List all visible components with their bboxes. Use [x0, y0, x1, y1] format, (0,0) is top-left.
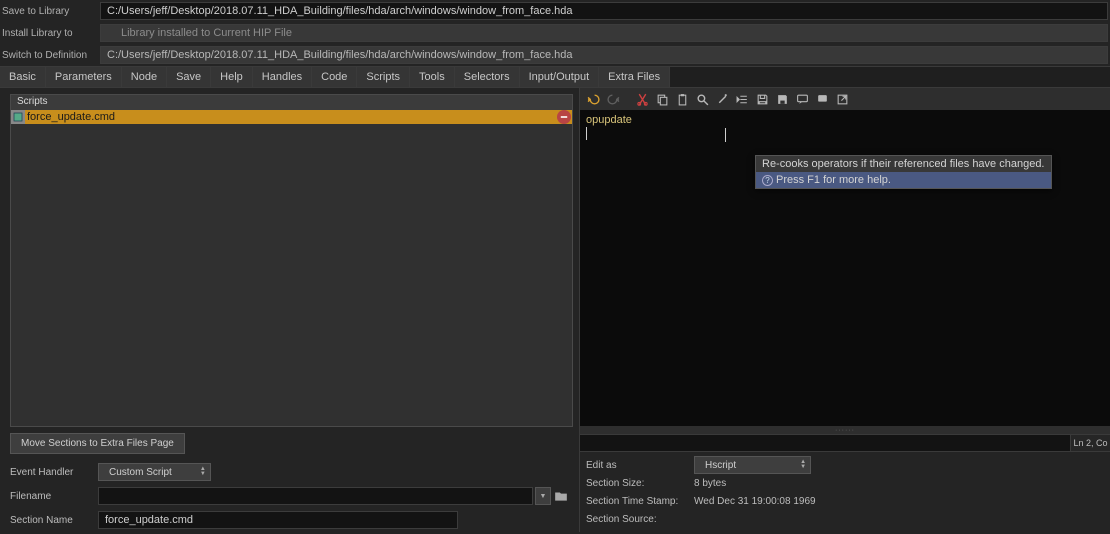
comment-icon[interactable]: [795, 92, 810, 107]
tab-extra-files[interactable]: Extra Files: [599, 67, 670, 87]
section-size-value: 8 bytes: [694, 478, 726, 489]
scripts-list[interactable]: force_update.cmd: [11, 110, 572, 426]
remove-script-icon[interactable]: [557, 110, 571, 124]
paste-icon[interactable]: [675, 92, 690, 107]
vertical-resize-handle[interactable]: ······: [580, 426, 1110, 434]
tab-tools[interactable]: Tools: [410, 67, 455, 87]
section-source-label: Section Source:: [586, 514, 694, 525]
filename-input[interactable]: [98, 487, 533, 505]
tab-parameters[interactable]: Parameters: [46, 67, 122, 87]
edit-as-value: Hscript: [695, 460, 796, 471]
edit-as-label: Edit as: [586, 460, 694, 471]
copy-icon[interactable]: [655, 92, 670, 107]
tab-handles[interactable]: Handles: [253, 67, 312, 87]
library-paths: Save to Library C:/Users/jeff/Desktop/20…: [0, 0, 1110, 67]
tab-selectors[interactable]: Selectors: [455, 67, 520, 87]
section-size-label: Section Size:: [586, 478, 694, 489]
chevron-down-icon: ▼: [540, 493, 547, 500]
section-timestamp-label: Section Time Stamp:: [586, 496, 694, 507]
scripts-pane: Scripts force_update.cmd: [0, 88, 580, 532]
cursor-position-status: Ln 2, Co: [1070, 435, 1110, 451]
event-handler-label: Event Handler: [10, 467, 98, 478]
tab-code[interactable]: Code: [312, 67, 357, 87]
tab-save[interactable]: Save: [167, 67, 211, 87]
bubble-icon[interactable]: [815, 92, 830, 107]
save-icon[interactable]: [755, 92, 770, 107]
filename-dropdown-button[interactable]: ▼: [535, 487, 551, 505]
find-bar: Ln 2, Co: [580, 434, 1110, 452]
tab-input-output[interactable]: Input/Output: [520, 67, 600, 87]
find-input[interactable]: [580, 435, 1070, 451]
tab-basic[interactable]: Basic: [0, 67, 46, 87]
cut-icon[interactable]: [635, 92, 650, 107]
install-library-to-label: Install Library to: [0, 28, 100, 39]
help-icon: ?: [762, 175, 773, 186]
section-timestamp-value: Wed Dec 31 19:00:08 1969: [694, 496, 816, 507]
section-name-input[interactable]: force_update.cmd: [98, 511, 458, 529]
browse-file-button[interactable]: [553, 487, 569, 505]
magic-wand-icon[interactable]: [715, 92, 730, 107]
dropdown-carets-icon: ▲▼: [196, 467, 210, 477]
switch-to-definition-label: Switch to Definition: [0, 50, 100, 61]
help-tooltip: Re-cooks operators if their referenced f…: [755, 155, 1052, 189]
section-name-label: Section Name: [10, 515, 98, 526]
switch-to-definition-path[interactable]: C:/Users/jeff/Desktop/2018.07.11_HDA_Bui…: [100, 46, 1108, 64]
tabs-bar: Basic Parameters Node Save Help Handles …: [0, 67, 1110, 88]
event-handler-dropdown[interactable]: Custom Script ▲▼: [98, 463, 211, 481]
tab-help[interactable]: Help: [211, 67, 253, 87]
editor-caret: [586, 127, 587, 140]
external-editor-icon[interactable]: [835, 92, 850, 107]
tooltip-description: Re-cooks operators if their referenced f…: [756, 156, 1051, 172]
undo-icon[interactable]: [586, 92, 601, 107]
editor-i-beam: [725, 128, 726, 142]
script-properties-form: Event Handler Custom Script ▲▼ Filename …: [0, 458, 579, 532]
install-library-to-value[interactable]: Library installed to Current HIP File: [100, 24, 1108, 42]
editor-toolbar: [580, 88, 1110, 110]
search-icon[interactable]: [695, 92, 710, 107]
tab-node[interactable]: Node: [122, 67, 167, 87]
save-b-icon[interactable]: [775, 92, 790, 107]
redo-icon[interactable]: [606, 92, 621, 107]
event-handler-value: Custom Script: [99, 467, 196, 478]
scripts-corner: [557, 95, 572, 110]
filename-label: Filename: [10, 491, 98, 502]
script-item-name: force_update.cmd: [25, 111, 557, 123]
tab-scripts[interactable]: Scripts: [357, 67, 410, 87]
scripts-header: Scripts: [11, 95, 557, 110]
editor-line-1: opupdate: [586, 114, 1104, 126]
tooltip-help-hint: Press F1 for more help.: [776, 174, 891, 186]
dropdown-carets-icon: ▲▼: [796, 460, 810, 470]
move-sections-button[interactable]: Move Sections to Extra Files Page: [10, 433, 185, 454]
scripts-list-box: Scripts force_update.cmd: [10, 94, 573, 427]
folder-icon: [554, 489, 568, 503]
save-to-library-label: Save to Library: [0, 6, 100, 17]
edit-as-dropdown[interactable]: Hscript ▲▼: [694, 456, 811, 474]
outdent-icon[interactable]: [735, 92, 750, 107]
section-info: Edit as Hscript ▲▼ Section Size: 8 bytes…: [580, 452, 1110, 532]
script-icon: [11, 110, 25, 124]
script-list-item[interactable]: force_update.cmd: [11, 110, 572, 124]
save-to-library-path[interactable]: C:/Users/jeff/Desktop/2018.07.11_HDA_Bui…: [100, 2, 1108, 20]
